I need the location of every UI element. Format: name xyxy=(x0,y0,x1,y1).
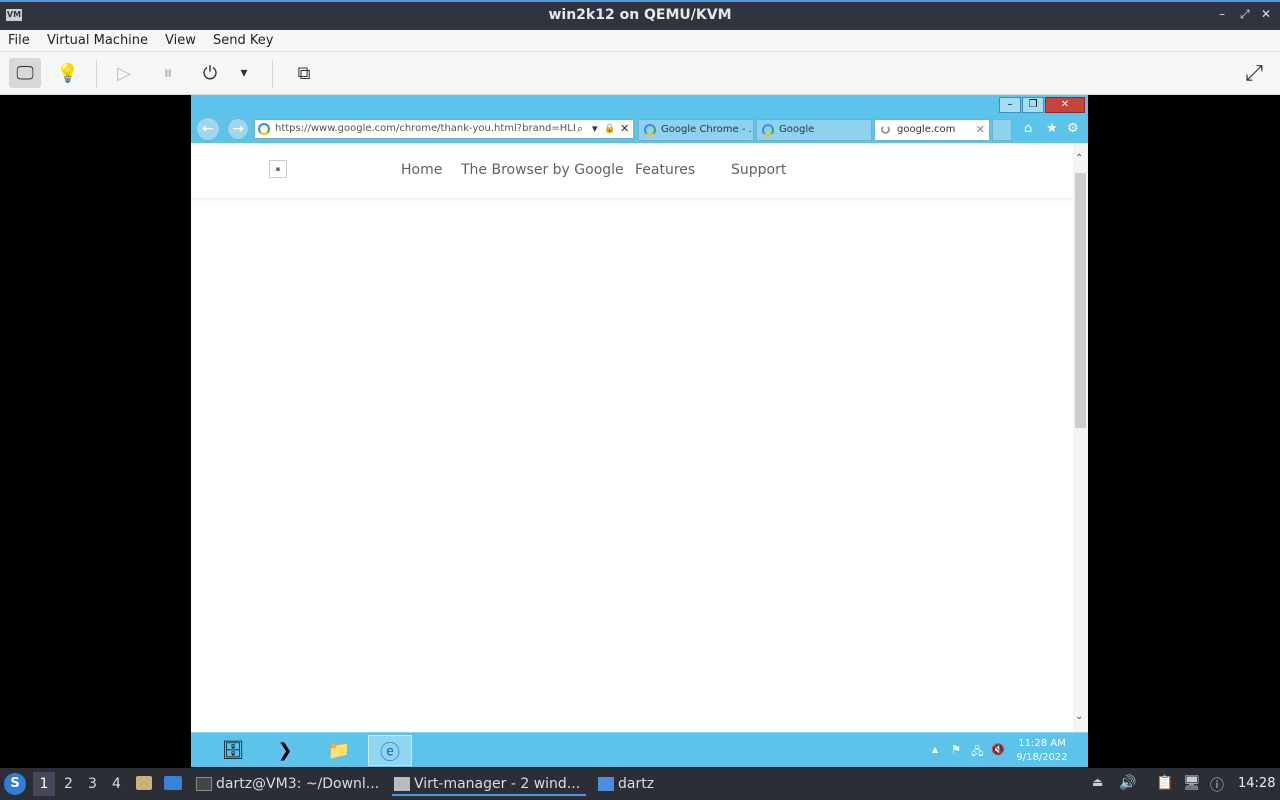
tab-label: Google Chrome - ... xyxy=(661,124,754,135)
display-icon[interactable]: 🖥 xyxy=(1183,775,1201,791)
server-manager-icon[interactable]: 🗄 xyxy=(211,735,255,766)
minimize-window-button[interactable]: – xyxy=(1219,7,1225,21)
power-icon[interactable]: ⏻ xyxy=(194,58,226,88)
task-dartz-folder[interactable]: dartz xyxy=(596,772,676,796)
upload-icon[interactable]: ⏏ xyxy=(1092,775,1103,789)
maximize-window-button[interactable]: ⤢ xyxy=(1240,7,1250,22)
guest-display[interactable]: – ❐ ✕ ← → https://www.google.com/chrome/… xyxy=(191,95,1088,767)
clipboard-icon[interactable]: 📋 xyxy=(1156,775,1173,791)
forward-arrow-icon[interactable]: → xyxy=(227,118,249,140)
start-menu-logo-icon[interactable]: S xyxy=(4,773,26,795)
menu-send-key[interactable]: Send Key xyxy=(213,33,273,48)
action-center-flag-icon[interactable]: ⚑ xyxy=(951,743,961,756)
window-title: win2k12 on QEMU/KVM xyxy=(548,7,732,23)
desktop-launcher-icon[interactable] xyxy=(164,776,182,790)
console-view-icon[interactable]: 🖵 xyxy=(9,58,41,88)
toolbar-separator xyxy=(96,60,97,88)
task-virt-manager[interactable]: Virt-manager - 2 wind... xyxy=(392,772,586,796)
ie-minimize-button[interactable]: – xyxy=(999,97,1021,113)
stop-icon[interactable]: ✕ xyxy=(620,122,629,135)
clock-date: 9/18/2022 xyxy=(1016,752,1068,763)
toolbar-separator xyxy=(272,60,273,88)
google-favicon-icon xyxy=(762,124,774,136)
task-label: dartz@VM3: ~/Downl... xyxy=(216,776,380,792)
task-label: dartz xyxy=(618,776,655,792)
loading-spinner-icon xyxy=(881,125,890,134)
clock-time: 11:28 AM xyxy=(1018,738,1066,749)
address-dropdown-icon[interactable]: ▾ xyxy=(592,122,598,135)
site-header-nav: ▪ Home The Browser by Google Features Su… xyxy=(191,143,1073,199)
pause-icon[interactable]: ⏸ xyxy=(152,58,184,88)
vm-toolbar: 🖵 💡 ▷ ⏸ ⏻ ▾ ⧉ ⤢ xyxy=(0,52,1280,95)
windows-taskbar: 🗄 ❯ 📁 ⓔ ▲ ⚑ 🖧 🔇 11:28 AM 9/18/2022 xyxy=(191,732,1088,767)
google-favicon-icon xyxy=(258,123,270,135)
terminal-icon xyxy=(196,777,212,791)
ie-close-button[interactable]: ✕ xyxy=(1045,97,1085,113)
task-terminal[interactable]: dartz@VM3: ~/Downl... xyxy=(194,772,384,796)
back-arrow-icon[interactable]: ← xyxy=(196,117,220,141)
scroll-down-arrow-icon[interactable]: ⌄ xyxy=(1075,711,1083,722)
web-page-content: ▪ Home The Browser by Google Features Su… xyxy=(191,143,1073,732)
file-manager-launcher-icon[interactable] xyxy=(136,776,152,790)
tray-expand-icon[interactable]: ▲ xyxy=(932,745,938,754)
favorites-star-icon[interactable]: ★ xyxy=(1046,121,1058,136)
tab-label: Google xyxy=(779,124,815,135)
google-favicon-icon xyxy=(644,124,656,136)
address-bar[interactable]: https://www.google.com/chrome/thank-you.… xyxy=(254,119,634,139)
scrollbar-thumb[interactable] xyxy=(1075,173,1086,428)
nav-browser-link[interactable]: The Browser by Google xyxy=(461,162,624,178)
panel-clock[interactable]: 14:28 xyxy=(1238,776,1275,791)
ie-window-frame: – ❐ ✕ ← → https://www.google.com/chrome/… xyxy=(191,95,1088,143)
tools-gear-icon[interactable]: ⚙ xyxy=(1067,121,1079,136)
powershell-icon[interactable]: ❯ xyxy=(263,735,307,766)
workspace-4[interactable]: 4 xyxy=(112,776,121,792)
ie-restore-button[interactable]: ❐ xyxy=(1022,97,1044,113)
workspace-1[interactable]: 1 xyxy=(33,772,55,796)
home-icon[interactable]: ⌂ xyxy=(1024,121,1032,136)
new-tab-button[interactable] xyxy=(992,119,1012,141)
task-label: Virt-manager - 2 wind... xyxy=(414,776,581,792)
tab-google-com[interactable]: google.com ✕ xyxy=(874,119,990,141)
lock-icon[interactable]: 🔒 xyxy=(604,124,615,134)
workspace-3[interactable]: 3 xyxy=(88,776,97,792)
host-panel: S 1 2 3 4 dartz@VM3: ~/Downl... Virt-man… xyxy=(0,768,1280,800)
windows-clock[interactable]: 11:28 AM 9/18/2022 xyxy=(1007,737,1077,765)
nav-support-link[interactable]: Support xyxy=(731,162,786,178)
close-tab-icon[interactable]: ✕ xyxy=(976,120,985,140)
search-icon[interactable]: ⌕ xyxy=(577,122,583,136)
volume-muted-icon[interactable]: 🔇 xyxy=(991,743,1005,756)
network-icon[interactable]: 🖧 xyxy=(971,743,983,762)
tab-label: google.com xyxy=(897,124,956,135)
folder-icon xyxy=(598,777,614,791)
menu-virtual-machine[interactable]: Virtual Machine xyxy=(47,33,148,48)
snapshots-icon[interactable]: ⧉ xyxy=(288,58,320,88)
tab-google[interactable]: Google xyxy=(756,119,872,141)
page-scrollbar[interactable]: ⌃ ⌄ xyxy=(1073,143,1088,732)
tab-google-chrome[interactable]: Google Chrome - ... xyxy=(638,119,754,141)
close-window-button[interactable]: ✕ xyxy=(1261,7,1271,21)
details-lightbulb-icon[interactable]: 💡 xyxy=(52,58,84,88)
site-logo-placeholder-icon[interactable]: ▪ xyxy=(269,160,287,178)
updates-icon[interactable]: ⓘ xyxy=(1210,775,1224,795)
fullscreen-icon[interactable]: ⤢ xyxy=(1238,58,1270,88)
menu-view[interactable]: View xyxy=(165,33,196,48)
file-explorer-icon[interactable]: 📁 xyxy=(317,735,361,766)
run-play-icon[interactable]: ▷ xyxy=(108,58,140,88)
power-menu-chevron-down-icon[interactable]: ▾ xyxy=(234,58,254,88)
nav-home-link[interactable]: Home xyxy=(401,162,442,178)
workspace-2[interactable]: 2 xyxy=(64,776,73,792)
nav-features-link[interactable]: Features xyxy=(635,162,695,178)
menubar: File Virtual Machine View Send Key xyxy=(0,30,1280,52)
scroll-up-arrow-icon[interactable]: ⌃ xyxy=(1075,153,1083,164)
internet-explorer-icon[interactable]: ⓔ xyxy=(368,735,412,766)
menu-file[interactable]: File xyxy=(8,33,30,48)
address-url[interactable]: https://www.google.com/chrome/thank-you.… xyxy=(275,123,575,134)
virt-manager-icon xyxy=(394,777,410,791)
volume-icon[interactable]: 🔊 xyxy=(1119,775,1136,791)
window-titlebar: VM win2k12 on QEMU/KVM – ⤢ ✕ xyxy=(0,0,1280,30)
